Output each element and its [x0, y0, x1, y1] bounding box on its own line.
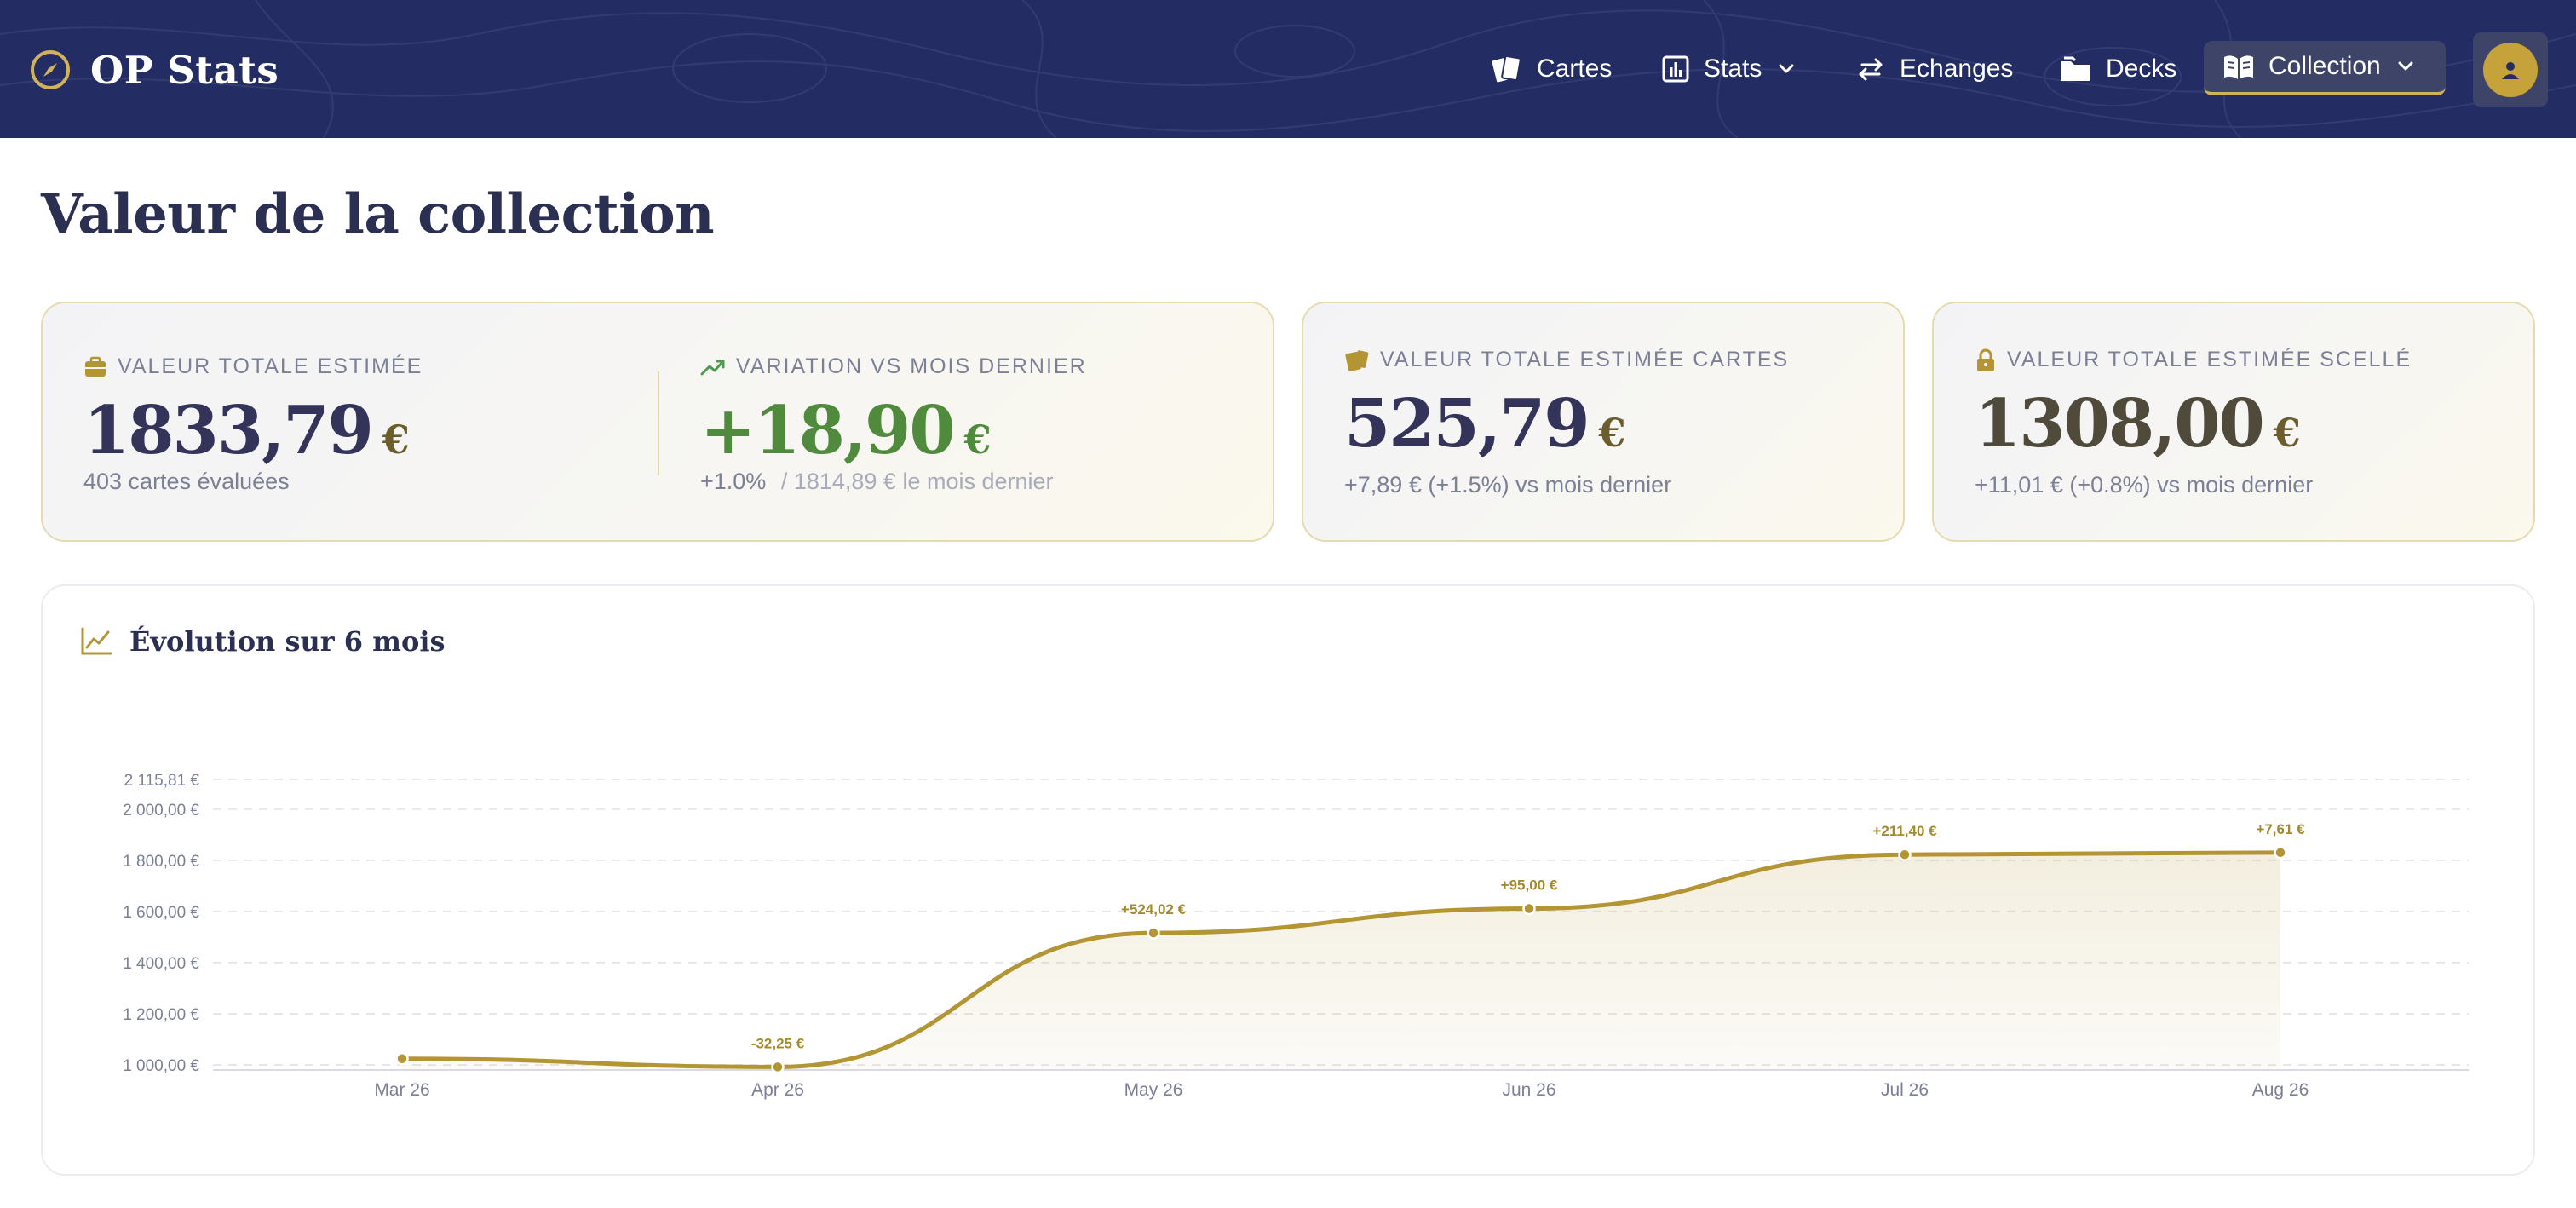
data-label: +95,00 €	[1501, 877, 1558, 894]
data-label: +524,02 €	[1121, 901, 1187, 918]
cards-amount: 525,79	[1344, 385, 1590, 463]
sealed-value-card: VALEUR TOTALE ESTIMÉE SCELLÉ 1308,00 € +1…	[1932, 302, 2535, 542]
variation-label: VARIATION VS MOIS DERNIER	[700, 354, 1087, 379]
y-tick-label: 1 600,00 €	[123, 904, 199, 922]
open-book-icon	[2224, 55, 2253, 79]
sealed-label-text: VALEUR TOTALE ESTIMÉE SCELLÉ	[2007, 348, 2412, 371]
cards-label-text: VALEUR TOTALE ESTIMÉE CARTES	[1380, 348, 1790, 371]
x-tick-label: Apr 26	[751, 1080, 804, 1100]
total-value-card: VALEUR TOTALE ESTIMÉE 1833,79 € 403 carte…	[41, 302, 1274, 542]
nav-cartes-label: Cartes	[1537, 55, 1613, 83]
brand[interactable]: OP Stats	[29, 47, 279, 93]
data-point	[1522, 901, 1536, 916]
data-label: +211,40 €	[1872, 823, 1937, 839]
briefcase-icon	[85, 356, 106, 377]
variation-previous: / 1814,89 € le mois dernier	[780, 469, 1054, 494]
x-tick-label: Mar 26	[374, 1080, 429, 1100]
nav-echanges[interactable]: Echanges	[1855, 43, 2013, 95]
chart-header: Évolution sur 6 mois	[80, 625, 446, 658]
y-tick-label: 1 200,00 €	[123, 1006, 199, 1024]
trending-up-icon	[700, 360, 725, 375]
nav-decks[interactable]: Decks	[2058, 43, 2176, 95]
brand-title: OP Stats	[90, 47, 279, 93]
sealed-currency: €	[2273, 410, 2301, 456]
cards-value-card: VALEUR TOTALE ESTIMÉE CARTES 525,79 € +7,…	[1302, 302, 1905, 542]
nav-echanges-label: Echanges	[1900, 55, 2014, 83]
data-point	[395, 1052, 409, 1066]
line-chart-icon	[81, 627, 112, 655]
data-point	[1147, 926, 1160, 940]
data-point	[1898, 848, 1912, 861]
avatar	[2483, 43, 2538, 97]
nav-cartes[interactable]: Cartes	[1491, 43, 1612, 95]
sealed-label: VALEUR TOTALE ESTIMÉE SCELLÉ	[1975, 348, 2412, 372]
area-fill	[402, 852, 2280, 1070]
evolution-chart: 1 000,00 € 1 200,00 € 1 400,00 € 1 600,00 €…	[123, 772, 2469, 1100]
cards-icon	[1345, 349, 1369, 371]
total-value: 1833,79 €	[83, 392, 410, 469]
top-navbar: OP Stats Cartes Stats Echanges Decks Col…	[0, 0, 2576, 138]
chevron-down-icon	[2398, 61, 2413, 71]
lock-icon	[1977, 348, 1994, 371]
chevron-down-icon	[1779, 64, 1794, 73]
variation-value: +18,90 €	[700, 392, 992, 469]
cards-label: VALEUR TOTALE ESTIMÉE CARTES	[1344, 348, 1789, 372]
nav-collection-label: Collection	[2268, 52, 2381, 80]
cards-currency: €	[1598, 410, 1626, 456]
data-point	[771, 1060, 785, 1074]
y-tick-label: 1 000,00 €	[123, 1057, 199, 1075]
swap-arrows-icon	[1859, 58, 1883, 81]
nav-stats-label: Stats	[1704, 55, 1762, 83]
y-tick-label: 1 400,00 €	[123, 955, 199, 973]
data-label: +7,61 €	[2256, 821, 2305, 837]
cards-value: 525,79 €	[1344, 385, 1626, 463]
total-label-text: VALEUR TOTALE ESTIMÉE	[118, 354, 423, 378]
user-menu-button[interactable]	[2473, 32, 2548, 107]
sealed-sub: +11,01 € (+0.8%) vs mois dernier	[1975, 472, 2314, 498]
y-tick-label: 1 800,00 €	[123, 853, 199, 871]
evolution-chart-card: 1 000,00 € 1 200,00 € 1 400,00 € 1 600,00 €…	[41, 584, 2535, 1176]
bar-chart-icon	[1662, 55, 1689, 83]
total-sub: 403 cartes évaluées	[83, 469, 290, 494]
x-tick-label: Jul 26	[1881, 1080, 1929, 1100]
chart-title: Évolution sur 6 mois	[129, 625, 446, 658]
sealed-value: 1308,00 €	[1975, 385, 2301, 463]
nav-decks-label: Decks	[2106, 55, 2177, 83]
compass-icon	[31, 50, 70, 89]
folder-icon	[2061, 56, 2090, 81]
sealed-amount: 1308,00	[1975, 385, 2265, 463]
variation-label-text: VARIATION VS MOIS DERNIER	[736, 354, 1087, 378]
page-title: Valeur de la collection	[41, 182, 715, 246]
x-tick-label: Jun 26	[1502, 1080, 1555, 1100]
nav-collection[interactable]: Collection	[2204, 41, 2446, 95]
divider	[658, 371, 659, 475]
y-tick-label: 2 115,81 €	[124, 772, 200, 790]
data-label: -32,25 €	[751, 1035, 805, 1051]
x-tick-label: May 26	[1124, 1080, 1183, 1100]
total-amount: 1833,79	[83, 392, 374, 469]
variation-sub: +1.0% / 1814,89 € le mois dernier	[700, 469, 1054, 495]
variation-currency: €	[963, 417, 992, 463]
x-tick-label: Aug 26	[2252, 1080, 2309, 1100]
y-tick-label: 2 000,00 €	[123, 802, 199, 820]
cards-sub: +7,89 € (+1.5%) vs mois dernier	[1344, 472, 1672, 498]
topographic-pattern	[0, 0, 2576, 138]
cards-icon	[1492, 55, 1521, 83]
data-point	[2274, 846, 2287, 860]
total-currency: €	[382, 417, 410, 463]
total-label: VALEUR TOTALE ESTIMÉE	[83, 354, 423, 379]
user-icon	[2502, 62, 2519, 79]
nav-stats[interactable]: Stats	[1661, 43, 1797, 95]
variation-amount: +18,90	[700, 392, 956, 469]
variation-pct: +1.0%	[700, 469, 767, 494]
